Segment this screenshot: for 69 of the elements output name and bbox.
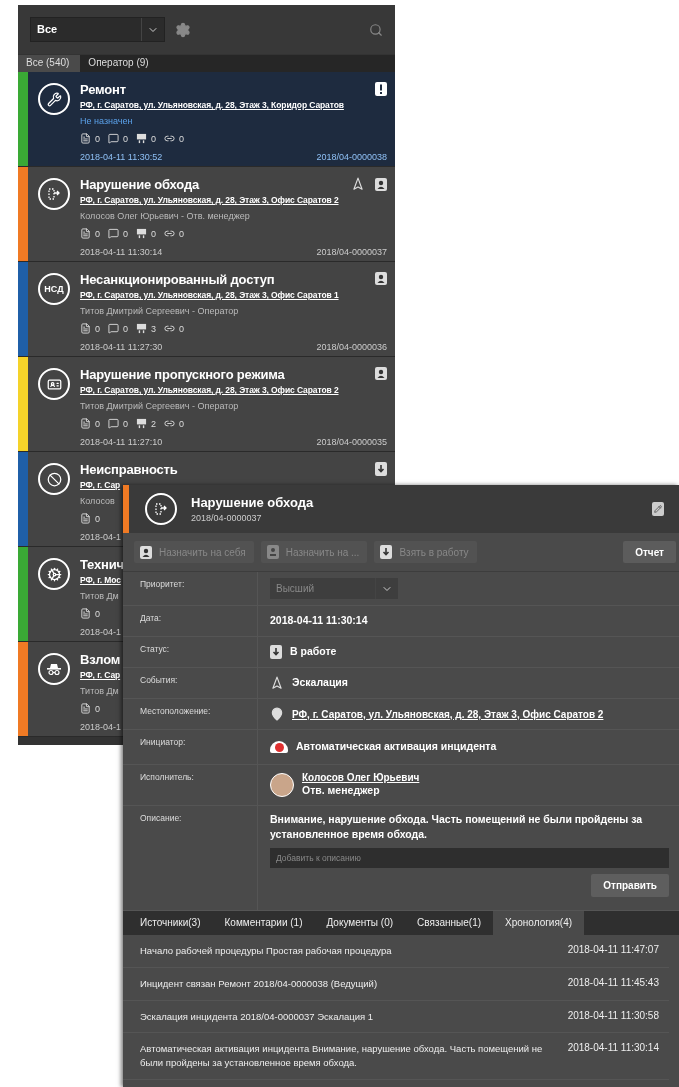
incident-number: 2018/04-0000037 — [316, 247, 387, 257]
incident-title: Нарушение обхода — [80, 177, 199, 192]
count-text: 0 — [179, 323, 185, 334]
field-label: Исполнитель: — [123, 765, 258, 805]
field-label: Дата: — [123, 606, 258, 636]
detail-title: Нарушение обхода — [191, 495, 315, 510]
timeline-text: Эскалация инцидента 2018/04-0000037 Эскалация 1 — [140, 1009, 374, 1024]
field-label: Статус: — [123, 637, 258, 667]
incident-number: 2018/04-0000036 — [316, 342, 387, 352]
incident-date: 2018-04-11 11:30:14 — [80, 247, 163, 257]
incident-date: 2018-04-11 11:27:30 — [80, 342, 163, 352]
count-text: 0 — [123, 133, 129, 144]
field-label: Местоположение: — [123, 699, 258, 729]
assignee-text: Титов Дмитрий Сергеевич - Оператор — [80, 401, 239, 411]
count-text: 0 — [123, 323, 129, 334]
incident-title: Взлом — [80, 652, 121, 667]
count-text: 0 — [95, 513, 100, 524]
assignee-text: Титов Дм — [80, 591, 119, 601]
count-text: 0 — [151, 133, 157, 144]
category-icon: НСД — [38, 273, 70, 305]
assignee-text: Колосов — [80, 496, 115, 506]
count-text: 0 — [123, 228, 129, 239]
assignee-text: Титов Дмитрий Сергеевич - Оператор — [80, 306, 239, 316]
incident-title: Нарушение пропускного режима — [80, 367, 285, 382]
incident-date: 2018-04-11 11:27:10 — [80, 437, 163, 447]
event-value: Эскалация — [292, 675, 348, 691]
incident-date: 2018-04-1 — [80, 722, 122, 732]
count-text: 0 — [151, 228, 157, 239]
count-text: 2 — [151, 418, 157, 429]
incident-date: 2018-04-1 — [80, 532, 122, 542]
incident-number: 2018/04-0000038 — [316, 152, 387, 162]
count-text: 0 — [179, 133, 185, 144]
field-label: События: — [123, 668, 258, 698]
incident-date: 2018-04-1 — [80, 627, 122, 637]
detail-number: 2018/04-0000037 — [191, 513, 263, 523]
count-text: 0 — [95, 703, 100, 714]
count-text: 3 — [151, 323, 157, 334]
incident-title: Несанкционированный доступ — [80, 272, 275, 287]
assignee-text: Колосов Олег Юрьевич - Отв. менеджер — [80, 211, 250, 221]
initiator-value: Автоматическая активация инцидента — [296, 739, 497, 755]
timeline-time: 2018-04-11 11:30:58 — [567, 1009, 659, 1023]
description-text: Внимание, нарушение обхода. Часть помещений не были пройдены за установленное время обхода. — [270, 812, 644, 843]
incident-title: Неисправность — [80, 462, 178, 477]
date-value: 2018-04-11 11:30:14 — [270, 613, 369, 629]
incident-title: Технич — [80, 557, 124, 572]
incident-title: Ремонт — [80, 82, 126, 97]
incident-number: 2018/04-0000035 — [316, 437, 387, 447]
count-text: 0 — [95, 133, 100, 144]
assignee-text: Не назначен — [80, 116, 133, 126]
field-label: Инициатор: — [123, 730, 258, 764]
field-label: Описание: — [123, 806, 258, 910]
count-text: 0 — [179, 418, 185, 429]
incident-date: 2018-04-11 11:30:52 — [80, 152, 163, 162]
count-text: 0 — [95, 418, 100, 429]
field-label: Приоритет: — [123, 572, 258, 605]
count-text: 0 — [95, 228, 100, 239]
count-text: 0 — [95, 323, 100, 334]
count-text: 0 — [179, 228, 185, 239]
timeline-time: 2018-04-11 11:47:07 — [567, 944, 659, 957]
timeline-time: 2018-04-11 11:45:43 — [567, 976, 659, 990]
timeline-time: 2018-04-11 11:30:14 — [567, 1042, 659, 1056]
timeline-text: Инцидент связан Ремонт 2018/04-0000038 (Ведущий) — [140, 976, 378, 991]
executor-role: Отв. менеджер — [302, 783, 381, 798]
timeline-text: Автоматическая активация инцидента Внимание, нарушение обхода. Часть помещений не были пройдены за установленное время обхода. — [140, 1042, 544, 1070]
timeline-text: Начало рабочей процедуры Простая рабочая процедура — [140, 944, 392, 958]
count-text: 0 — [95, 608, 100, 619]
assignee-text: Титов Дм — [80, 686, 119, 696]
count-text: 0 — [123, 418, 129, 429]
status-value: В работе — [290, 644, 337, 660]
